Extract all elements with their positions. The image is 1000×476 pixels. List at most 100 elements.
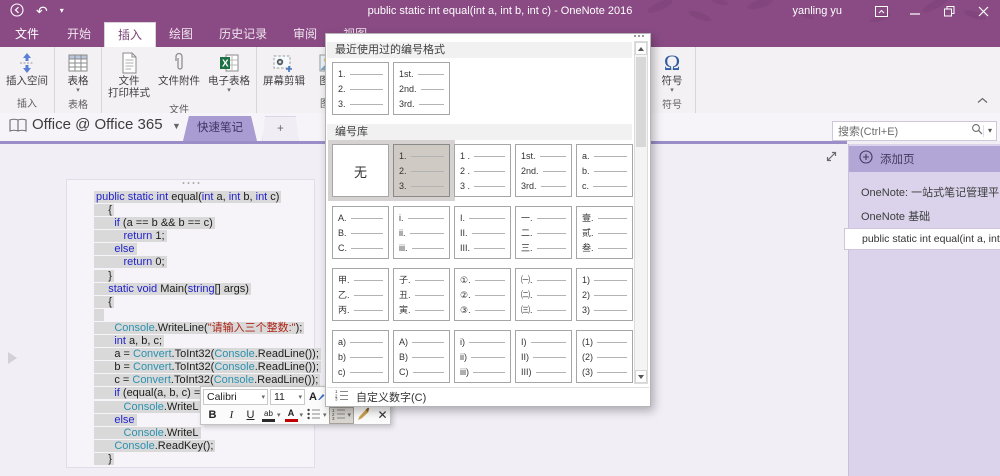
expand-page-list-icon[interactable] [824,149,839,169]
ribbon-button-spreadsheet[interactable]: X 电子表格 ▾ [205,50,253,95]
code-line[interactable]: { [94,295,321,309]
font-name-dropdown-icon[interactable]: ▾ [261,393,265,401]
close-icon[interactable] [966,0,1000,22]
ribbon-button-table[interactable]: 表格 ▾ [58,50,98,95]
search-box[interactable]: 搜索(Ctrl+E) ▾ [832,121,997,141]
section-tab-new-section[interactable]: + [262,116,299,143]
numbering-option[interactable]: A) B) C) [393,330,450,383]
numbering-option[interactable]: I. II. III. [454,206,511,259]
numbering-option[interactable]: (1) (2) (3) [576,330,633,383]
search-input[interactable]: 搜索(Ctrl+E) [833,123,971,139]
font-size-select[interactable]: 11 ▾ [270,388,305,405]
numbering-option[interactable]: a. b. c. [576,144,633,197]
numbering-option[interactable]: 壹. 贰. 叁. [576,206,633,259]
numbering-option[interactable]: 1) 2) 3) [576,268,633,321]
ribbon-button-symbol[interactable]: Ω 符号 ▾ [652,50,692,95]
dropdown-scrollbar[interactable] [634,41,648,384]
numbering-option[interactable]: i. ii. iii. [393,206,450,259]
font-color-button[interactable]: A ▾ [283,407,306,424]
signed-in-user[interactable]: yanling yu [792,5,842,17]
highlight-button[interactable]: ab ▾ [260,407,283,424]
code-line[interactable]: if (a == b && b == c) [94,217,321,230]
search-icon[interactable] [971,122,983,140]
ribbon-button-insert-space[interactable]: 插入空间 [3,50,51,88]
numbering-option[interactable]: 1st. 2nd. 3rd. [515,144,572,197]
code-line[interactable]: static void Main(string[] args) [94,282,321,296]
minimize-icon[interactable] [898,0,932,22]
underline-button[interactable]: U [241,407,260,424]
code-line[interactable]: int a, b, c; [94,335,321,348]
dropdown-caret-icon: ▾ [347,412,352,419]
page-list-item[interactable]: OneNote 基础 [849,204,1000,228]
code-line[interactable]: } [94,269,321,283]
add-page-button[interactable]: 添加页 [849,146,1000,172]
dropdown-resize-handle[interactable] [634,35,644,37]
notebook-title[interactable]: Office @ Office 365 [32,116,163,133]
code-line[interactable]: { [94,204,321,217]
ribbon-tab-insert[interactable]: 插入 [104,22,157,47]
qat-dropdown-icon[interactable]: ▾ [60,7,64,15]
numbering-option[interactable]: 1. 2. 3. [332,62,389,115]
ribbon-button-file-printout[interactable]: 文件 打印样式 [105,50,153,100]
code-line[interactable]: return 0; [94,256,321,269]
numbering-option[interactable]: I) II) III) [515,330,572,383]
undo-icon[interactable]: ↶ [36,4,48,18]
ribbon-button-file-attachment[interactable]: 文件附件 [155,50,203,88]
code-line[interactable]: Console.WriteLine("请输入三个整数:"); [94,321,321,335]
numbering-icon: 123 [335,388,349,406]
code-line[interactable]: Console.ReadKey(); [94,439,321,453]
ribbon-tab-home[interactable]: 开始 [54,22,104,47]
ribbon-button-label: 插入空间 [6,75,48,87]
ribbon-tab-draw[interactable]: 绘图 [156,22,206,47]
format-painter-button[interactable] [354,407,373,424]
code-line[interactable]: Console.WriteL [94,426,321,440]
numbering-option[interactable]: a) b) c) [332,330,389,383]
ribbon-tab-review[interactable]: 审阅 [280,22,330,47]
ribbon-tab-history[interactable]: 历史记录 [206,22,280,47]
scroll-down-icon[interactable] [635,370,647,383]
bold-button[interactable]: B [203,407,222,424]
numbering-option[interactable]: ㈠. ㈡. ㈢. [515,268,572,321]
scrollbar-thumb[interactable] [636,57,646,147]
paragraph-handle-icon[interactable] [8,352,17,364]
font-size-dropdown-icon[interactable]: ▾ [298,393,302,401]
ribbon-tab-file[interactable]: 文件 [0,22,54,47]
ribbon-display-options-icon[interactable] [864,0,898,22]
numbering-option[interactable]: 甲. 乙. 丙. [332,268,389,321]
page-list-item[interactable]: OneNote: 一站式笔记管理平台 [849,180,1000,204]
search-scope-dropdown-icon[interactable]: ▾ [982,125,996,137]
numbering-button[interactable]: 1 2 3 ▾ [328,406,355,424]
code-line[interactable]: a = Convert.ToInt32(Console.ReadLine()); [94,348,321,361]
numbering-option-none[interactable]: 无 [332,144,389,197]
code-line[interactable] [94,308,321,322]
ribbon-button-screen-clipping[interactable]: 屏幕剪辑 [260,50,308,88]
collapse-ribbon-icon[interactable] [977,91,988,109]
numbering-option[interactable]: ①. ②. ③. [454,268,511,321]
ribbon-button-label: 文件附件 [158,75,200,87]
code-line[interactable]: return 1; [94,230,321,243]
italic-button[interactable]: I [222,407,241,424]
container-move-handle[interactable] [182,182,199,184]
code-line[interactable]: b = Convert.ToInt32(Console.ReadLine()); [94,361,321,374]
delete-button[interactable]: ✕ [373,407,392,424]
numbering-option[interactable]: i) ii) iii) [454,330,511,383]
font-name-select[interactable]: Calibri ▾ [203,388,268,405]
scroll-up-icon[interactable] [635,42,647,55]
page-list-item[interactable]: public static int equal(int a, int [844,228,1000,250]
restore-icon[interactable] [932,0,966,22]
numbering-option[interactable]: 1st. 2nd. 3rd. [393,62,450,115]
code-line[interactable]: } [94,452,321,466]
numbering-option[interactable]: A. B. C. [332,206,389,259]
section-tabs: 快速笔记 + [183,116,299,143]
bullets-button[interactable]: ▾ [305,407,329,424]
notebook-dropdown-icon[interactable]: ▼ [172,121,181,131]
custom-numbering-item[interactable]: 123 自定义数字(C) [327,387,649,405]
section-tab-quick-notes[interactable]: 快速笔记 [183,116,257,141]
code-line[interactable]: else [94,243,321,256]
numbering-option[interactable]: 1 .2 .3 . [454,144,511,197]
numbering-option[interactable]: 1. 2. 3. [393,144,450,197]
code-line[interactable]: public static int equal(int a, int b, in… [94,191,321,204]
numbering-option[interactable]: 一. 二. 三. [515,206,572,259]
back-icon[interactable] [10,3,24,19]
numbering-option[interactable]: 子. 丑. 寅. [393,268,450,321]
